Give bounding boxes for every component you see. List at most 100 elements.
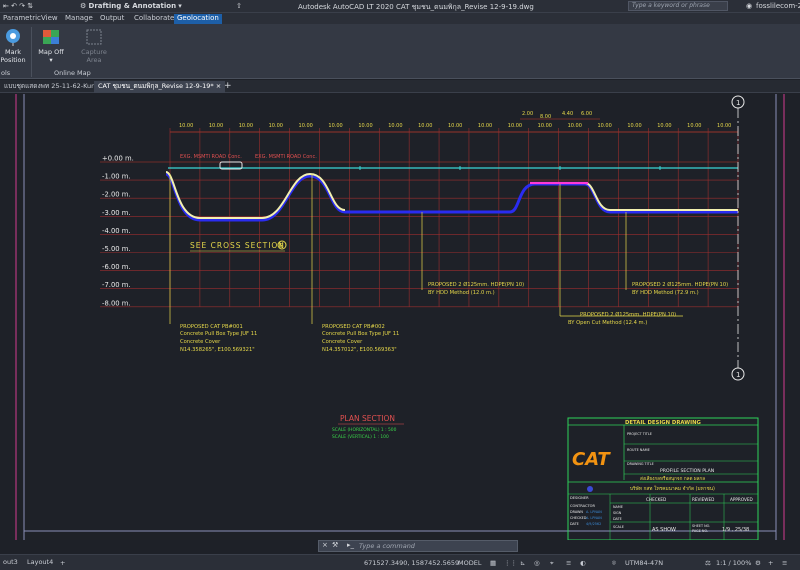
search-input[interactable]: Type a keyword or phrase: [628, 1, 728, 11]
command-input[interactable]: Type a command: [359, 541, 509, 551]
dimension-label: 10.00: [299, 123, 313, 129]
note-line: BY Open Cut Method (12.4 m.): [568, 320, 647, 326]
dimension-label: 10.00: [508, 123, 522, 129]
dimension-label: 10.00: [269, 123, 283, 129]
map-off-button[interactable]: Map Off ▾: [36, 28, 66, 64]
new-tab-icon[interactable]: +: [224, 81, 232, 91]
road-label-1: EXG. MSMTI ROAD Conc.: [180, 154, 242, 160]
map-off-label: Map Off: [38, 48, 64, 56]
dimension-label: 10.00: [239, 123, 253, 129]
drawing-title-label: DRAWING TITLE: [627, 462, 654, 466]
scale-horizontal: SCALE (HORIZONTAL) 1 : 500: [332, 427, 397, 433]
grid-bubble-label: 1: [736, 371, 740, 379]
close-icon[interactable]: ×: [216, 82, 221, 90]
dimension-label: 10.00: [687, 123, 701, 129]
sign-label: SIGN: [613, 511, 622, 515]
tab-collaborate[interactable]: Collaborate: [131, 14, 177, 24]
dimension-label: 10.00: [388, 123, 402, 129]
name-label: NAME: [613, 505, 623, 509]
model-space-button[interactable]: MODEL: [458, 559, 481, 567]
geolocation-icon[interactable]: ⌾: [612, 559, 616, 568]
ribbon-panel: Mark Position Map Off ▾ Capture Area ols…: [0, 24, 800, 79]
note-line: PROPOSED 2 Ø125mm. HDPE(PN 10): [580, 311, 676, 318]
dimension-label: 10.00: [448, 123, 462, 129]
note-line: PROPOSED 2 Ø125mm. HDPE(PN 10): [428, 281, 524, 288]
gear-icon[interactable]: ⚙: [755, 559, 761, 567]
layout-tab-3[interactable]: out3: [0, 557, 21, 569]
ortho-icon[interactable]: ⊾: [520, 559, 525, 567]
transparency-icon[interactable]: ◐: [580, 559, 586, 567]
elevation-labels: +0.00 m. -1.00 m. -2.00 m. -3.00 m. -4.00 m.…: [102, 155, 134, 308]
layout-tab-4[interactable]: Layout4: [24, 557, 56, 569]
drawn-label: DRAWN: [570, 510, 583, 514]
sheet-value: 1/9 , 25/38: [722, 527, 749, 533]
capture-area-button[interactable]: Capture Area: [79, 28, 109, 64]
close-icon[interactable]: ×: [322, 541, 328, 549]
command-line[interactable]: × ⚒ ▸_ Type a command: [318, 540, 518, 552]
user-name[interactable]: fosslilecom-20: [756, 2, 800, 10]
annotation-scale[interactable]: 1:1 / 100%: [716, 559, 751, 567]
elevation-label: -3.00 m.: [102, 209, 131, 217]
doc-tab-2[interactable]: CAT ชุมชน_ตนมพิกุล_Revise 12-9-19* ×: [94, 81, 226, 93]
online-map-panel-title: Online Map: [54, 69, 91, 77]
dimension-label: 10.00: [209, 123, 223, 129]
map-pin-icon: [6, 29, 20, 46]
dimension-label: 10.00: [478, 123, 492, 129]
note-line: PROPOSED 2 Ø125mm. HDPE(PN 10): [632, 281, 728, 288]
note-line: PROPOSED CAT PB#001: [180, 324, 243, 330]
ribbon-tabs: Parametric View Manage Output Collaborat…: [0, 13, 800, 24]
tab-manage[interactable]: Manage: [62, 14, 96, 24]
dimension-label: 10.00: [568, 123, 582, 129]
snap-icon[interactable]: ⋮⋮: [504, 559, 517, 567]
workspace-switcher[interactable]: ⚙ Drafting & Annotation ▾: [80, 2, 182, 10]
polar-icon[interactable]: ◎: [534, 559, 540, 567]
see-cross-section: SEE CROSS SECTION: [190, 241, 285, 250]
tools-panel-title: ols: [1, 69, 11, 77]
title-block-header: DETAIL DESIGN DRAWING: [625, 420, 701, 426]
tab-view[interactable]: View: [38, 14, 61, 24]
note-pullbox-2: PROPOSED CAT PB#002 Concrete Pull Box Ty…: [322, 324, 399, 353]
tab-geolocation[interactable]: Geolocation: [174, 14, 222, 24]
elevation-label: -5.00 m.: [102, 245, 131, 253]
scale-vertical: SCALE (VERTICAL) 1 : 100: [332, 434, 389, 440]
small-dim: 2.00: [522, 111, 533, 117]
menu-icon[interactable]: ≡: [782, 559, 787, 567]
designer-label: DESIGNER: [570, 496, 589, 500]
annotation-scale-icon[interactable]: ⚖: [705, 559, 711, 567]
drawing-title: PROFILE SECTION PLAN: [660, 468, 714, 474]
plus-icon[interactable]: +: [768, 559, 773, 567]
add-layout-icon[interactable]: +: [60, 559, 65, 567]
capture-area-label: Capture Area: [81, 48, 107, 64]
elevation-label: -2.00 m.: [102, 191, 131, 199]
note-pullbox-1: PROPOSED CAT PB#001 Concrete Pull Box Ty…: [180, 324, 257, 353]
share-icon[interactable]: ⇧: [236, 2, 242, 10]
mark-position-button[interactable]: Mark Position: [0, 28, 26, 64]
grid-bubble-label: 1: [736, 99, 740, 107]
osnap-icon[interactable]: ⌖: [550, 559, 554, 568]
checked-label: CHECKED: [570, 516, 587, 520]
dimension-label: 10.00: [627, 123, 641, 129]
wrench-icon[interactable]: ⚒: [332, 541, 338, 549]
grid-icon[interactable]: ▦: [490, 559, 496, 567]
small-dim: 4.40: [562, 111, 573, 117]
title-block: DETAIL DESIGN DRAWING CAT PROJECT TITLE …: [567, 417, 759, 540]
ribbon-divider: [31, 27, 32, 77]
quick-access-toolbar[interactable]: ⇤ ↶ ↷ ⇅: [3, 2, 33, 10]
dimension-label: 10.00: [179, 123, 193, 129]
workspace-label: Drafting & Annotation: [88, 2, 177, 10]
date-label: DATE: [570, 522, 579, 526]
drawing-canvas[interactable]: 10.00 10.00 10.00 10.00 10.00 10.00 10.00 10.00…: [0, 94, 800, 540]
small-dimensions: 2.00 8.00 4.40 6.00: [520, 111, 600, 120]
window-title: Autodesk AutoCAD LT 2020 CAT ชุมชน_ตนมพิ…: [298, 3, 534, 11]
tab-output[interactable]: Output: [97, 14, 127, 24]
sheet-label: SHEET NO.: [692, 524, 710, 528]
note-line: N14.358265", E100.569321": [180, 347, 255, 353]
note-open-cut: PROPOSED 2 Ø125mm. HDPE(PN 10) BY Open C…: [568, 311, 676, 326]
crs-readout[interactable]: UTM84-47N: [625, 559, 663, 567]
user-icon[interactable]: ◉: [746, 2, 752, 10]
map-icon: [43, 30, 59, 44]
section-ref: B: [280, 243, 284, 250]
lineweight-icon[interactable]: ≡: [566, 559, 571, 567]
doc-tab-1[interactable]: แบบชุดแสดงพท 25-11-62-Kung*: [0, 81, 107, 93]
dimension-label: 10.00: [717, 123, 731, 129]
